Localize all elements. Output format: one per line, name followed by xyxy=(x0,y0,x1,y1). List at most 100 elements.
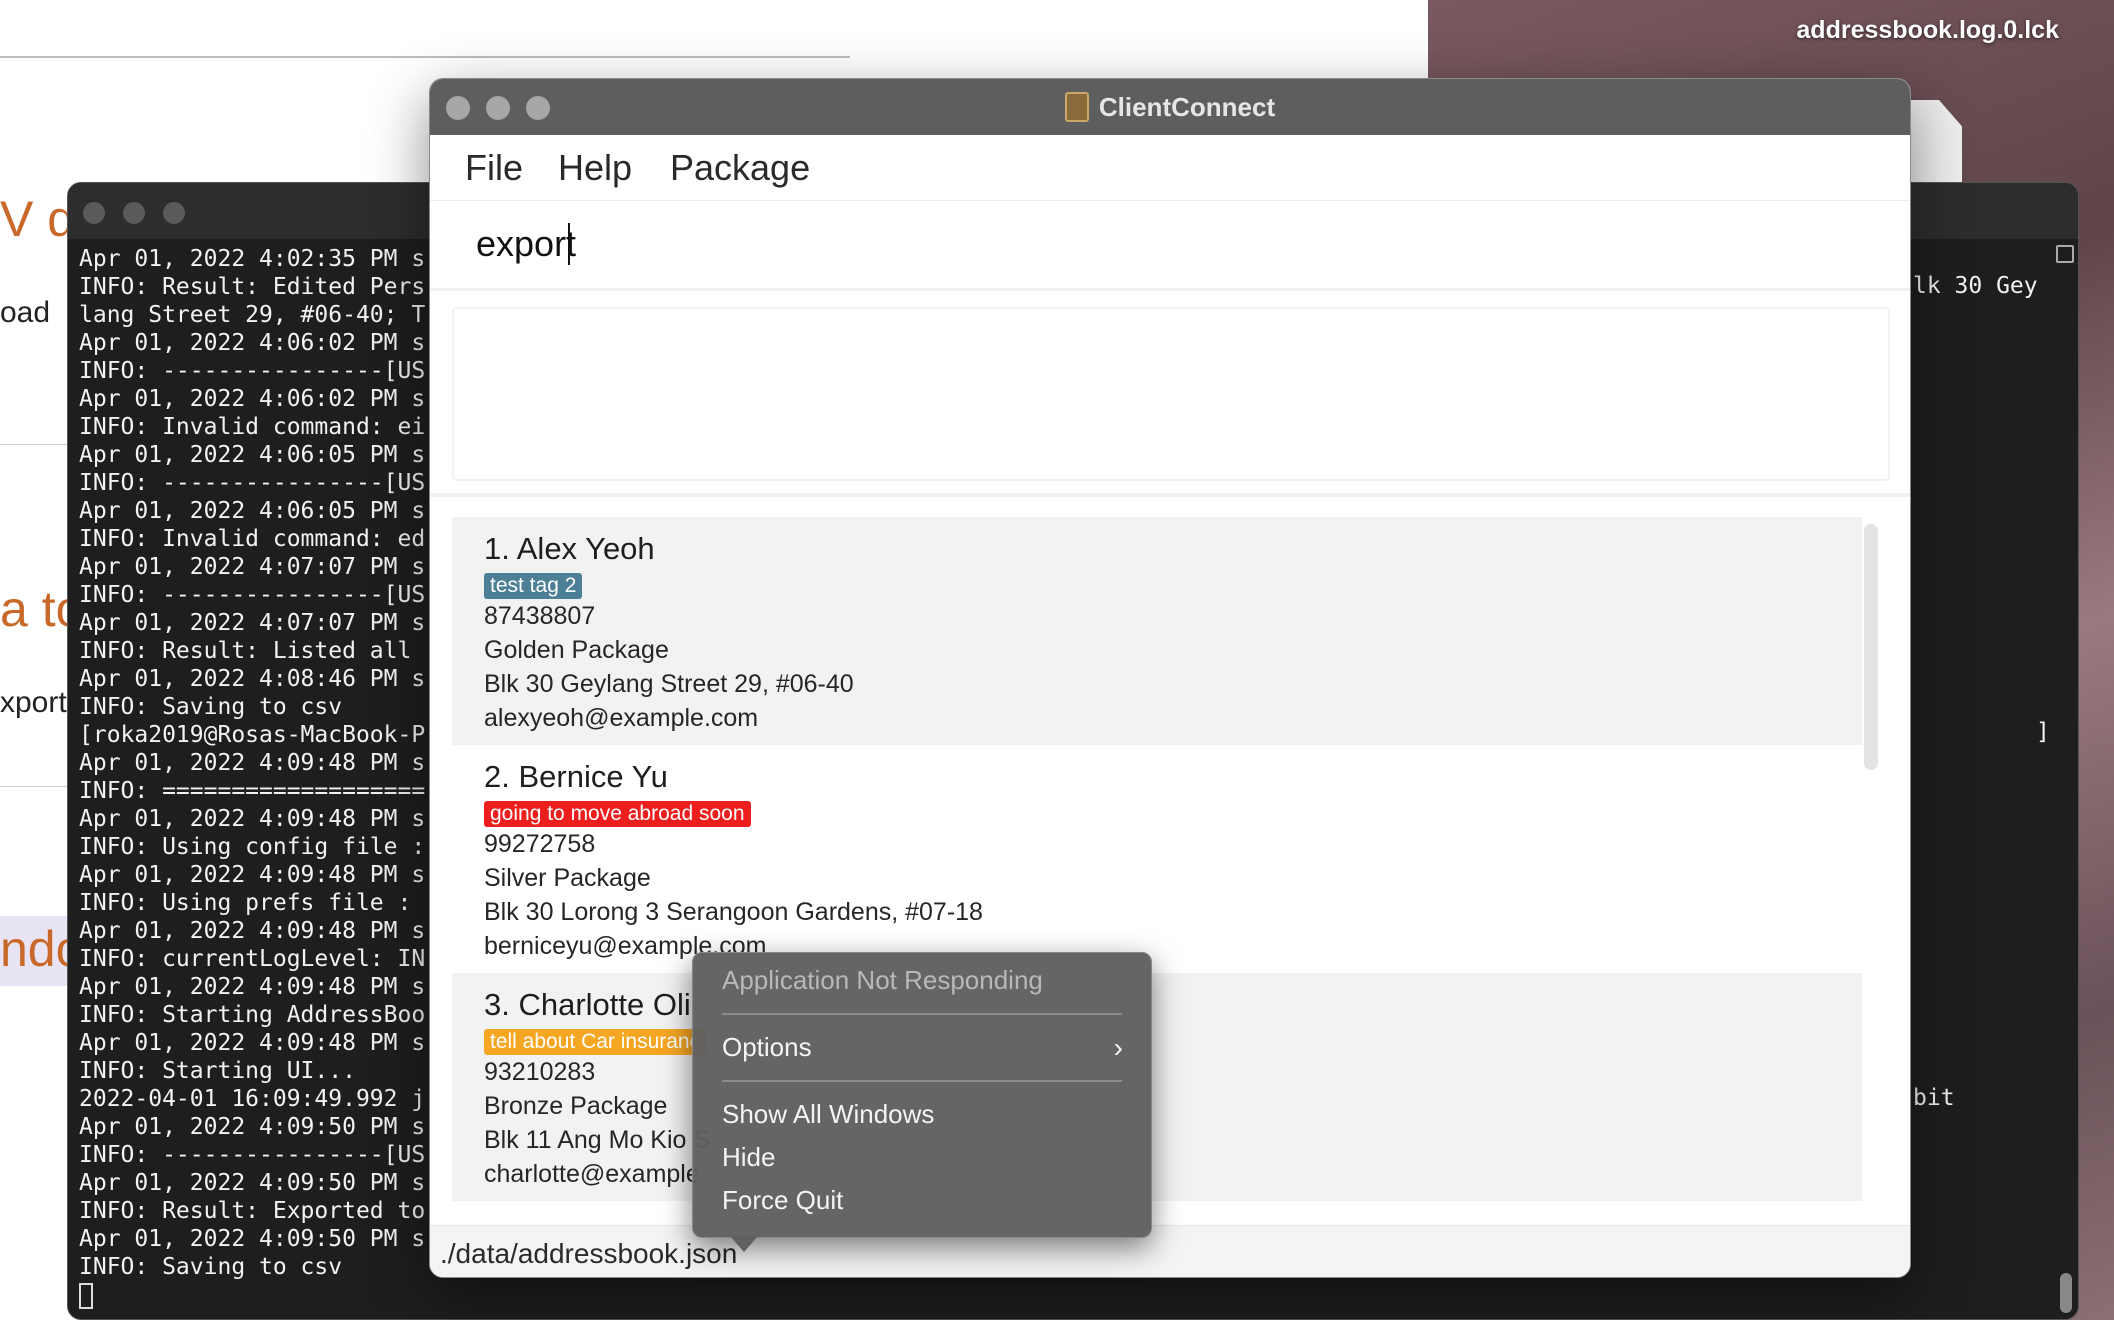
person-tag: going to move abroad soon xyxy=(484,801,751,827)
desktop-file-label[interactable]: addressbook.log.0.lck xyxy=(1796,16,2059,45)
terminal-line: lang Street 29, #06-40; T xyxy=(79,302,426,328)
terminal-line: Apr 01, 2022 4:09:48 PM s xyxy=(79,918,426,944)
list-scrollbar[interactable] xyxy=(1864,524,1878,770)
terminal-text-fragment: bit xyxy=(1913,1085,1955,1111)
terminal-scrollbar[interactable] xyxy=(2060,1273,2072,1313)
menu-help[interactable]: Help xyxy=(558,147,632,189)
document-divider xyxy=(0,56,850,58)
person-address: Blk 11 Ang Mo Kio S xyxy=(484,1126,711,1154)
menu-package[interactable]: Package xyxy=(670,147,810,189)
dock-context-menu: Application Not Responding Options › Sho… xyxy=(692,952,1152,1238)
person-phone: 99272758 xyxy=(484,830,596,858)
terminal-line: [roka2019@Rosas-MacBook-Pr xyxy=(79,722,440,748)
terminal-line: Apr 01, 2022 4:09:48 PM s xyxy=(79,806,426,832)
terminal-output: Apr 01, 2022 4:02:35 PM s INFO: Result: E… xyxy=(79,245,439,1309)
person-card[interactable]: 3. Charlotte Oli tell about Car insuranc… xyxy=(452,973,1862,1201)
person-name: 1. Alex Yeoh xyxy=(484,531,655,566)
minimize-button[interactable] xyxy=(123,202,145,224)
terminal-line: Apr 01, 2022 4:09:50 PM s xyxy=(79,1170,426,1196)
menu-item-force-quit[interactable]: Force Quit xyxy=(693,1179,1151,1222)
terminal-line: INFO: Saving to csv xyxy=(79,694,343,720)
terminal-line: Apr 01, 2022 4:07:07 PM s xyxy=(79,554,426,580)
command-box xyxy=(430,201,1910,291)
text-caret xyxy=(568,223,570,265)
terminal-line: Apr 01, 2022 4:09:50 PM s xyxy=(79,1114,426,1140)
terminal-line: Apr 01, 2022 4:06:05 PM s xyxy=(79,442,426,468)
zoom-button[interactable] xyxy=(163,202,185,224)
terminal-line: 2022-04-01 16:09:49.992 j xyxy=(79,1086,426,1112)
terminal-line: INFO: Using prefs file : xyxy=(79,890,412,916)
terminal-line: INFO: Invalid command: ed xyxy=(79,526,426,552)
menu-pointer xyxy=(730,1236,758,1252)
clientconnect-window[interactable]: ClientConnect File Help Package 1. Alex … xyxy=(429,78,1911,1278)
save-location: ./data/addressbook.json xyxy=(440,1238,738,1269)
terminal-line: Apr 01, 2022 4:08:46 PM s xyxy=(79,666,426,692)
terminal-line: INFO: =================== xyxy=(79,778,426,804)
terminal-line: Apr 01, 2022 4:06:05 PM s xyxy=(79,498,426,524)
terminal-line: INFO: Invalid command: ei xyxy=(79,414,426,440)
close-button[interactable] xyxy=(83,202,105,224)
menu-item-label: Options xyxy=(722,1032,812,1062)
menu-item-not-responding: Application Not Responding xyxy=(722,965,1043,995)
window-title: ClientConnect xyxy=(1098,91,1276,122)
document-text-fragment: xport xyxy=(0,686,67,719)
person-email: alexyeoh@example.com xyxy=(484,704,759,732)
terminal-line: Apr 01, 2022 4:09:48 PM s xyxy=(79,1030,426,1056)
menu-item-show-all-windows[interactable]: Show All Windows xyxy=(693,1093,1151,1136)
terminal-line: Apr 01, 2022 4:09:48 PM s xyxy=(79,862,426,888)
terminal-line: INFO: Result: Exported to xyxy=(79,1198,426,1224)
document-heading-fragment: V d xyxy=(0,191,76,247)
person-phone: 87438807 xyxy=(484,602,596,630)
terminal-line: Apr 01, 2022 4:09:48 PM s xyxy=(79,750,426,776)
menu-separator xyxy=(722,1013,1122,1015)
command-input[interactable] xyxy=(476,223,1376,265)
terminal-line: INFO: Starting UI... xyxy=(79,1058,356,1084)
document-text-fragment: oad xyxy=(0,296,51,329)
person-tag: tell about Car insuranc xyxy=(484,1029,707,1055)
person-email: berniceyu@example.com xyxy=(484,932,767,960)
person-email: charlotte@example xyxy=(484,1160,700,1188)
panel-divider xyxy=(430,493,1910,497)
menu-item-hide[interactable]: Hide xyxy=(693,1136,1151,1179)
person-card[interactable]: 2. Bernice Yu going to move abroad soon … xyxy=(452,745,1862,973)
person-card[interactable]: 1. Alex Yeoh test tag 2 87438807 Golden … xyxy=(452,517,1862,745)
terminal-line: INFO: ----------------[US xyxy=(79,470,426,496)
person-package: Golden Package xyxy=(484,636,669,664)
terminal-line: Apr 01, 2022 4:09:50 PM s xyxy=(79,1226,426,1252)
person-name: 2. Bernice Yu xyxy=(484,759,668,794)
person-address: Blk 30 Geylang Street 29, #06-40 xyxy=(484,670,854,698)
app-icon xyxy=(1064,92,1089,122)
terminal-text-fragment: ] xyxy=(2036,719,2050,745)
result-display[interactable] xyxy=(452,307,1890,481)
person-address: Blk 30 Lorong 3 Serangoon Gardens, #07-1… xyxy=(484,898,983,926)
terminal-line: INFO: Saving to csv xyxy=(79,1254,343,1280)
terminal-line: INFO: Using config file : xyxy=(79,834,426,860)
chevron-right-icon: › xyxy=(1113,1032,1123,1063)
person-name: 3. Charlotte Oli xyxy=(484,987,691,1022)
menu-file[interactable]: File xyxy=(465,147,523,189)
terminal-line: INFO: Result: Listed all xyxy=(79,638,412,664)
terminal-line: INFO: currentLogLevel: IN xyxy=(79,946,426,972)
terminal-line: INFO: ----------------[US xyxy=(79,1142,426,1168)
person-package: Bronze Package xyxy=(484,1092,668,1120)
terminal-text-fragment: lk 30 Gey xyxy=(1913,273,2038,299)
terminal-cursor xyxy=(79,1282,93,1309)
terminal-line: INFO: ----------------[US xyxy=(79,582,426,608)
terminal-line: INFO: ----------------[US xyxy=(79,358,426,384)
person-list[interactable]: 1. Alex Yeoh test tag 2 87438807 Golden … xyxy=(452,517,1862,1233)
terminal-line: Apr 01, 2022 4:07:07 PM s xyxy=(79,610,426,636)
terminal-line: Apr 01, 2022 4:06:02 PM s xyxy=(79,386,426,412)
status-bar: ./data/addressbook.json xyxy=(430,1225,1910,1277)
menu-bar: File Help Package xyxy=(430,135,1910,201)
terminal-line: INFO: Starting AddressBoo xyxy=(79,1002,426,1028)
split-pane-icon[interactable] xyxy=(2056,245,2074,263)
window-titlebar[interactable]: ClientConnect xyxy=(430,79,1910,135)
terminal-line: Apr 01, 2022 4:02:35 PM s xyxy=(79,246,426,272)
person-phone: 93210283 xyxy=(484,1058,596,1086)
person-package: Silver Package xyxy=(484,864,651,892)
menu-item-options[interactable]: Options › xyxy=(693,1026,1151,1069)
person-tag: test tag 2 xyxy=(484,573,583,599)
terminal-line: Apr 01, 2022 4:06:02 PM s xyxy=(79,330,426,356)
terminal-line: INFO: Result: Edited Pers xyxy=(79,274,426,300)
terminal-line: Apr 01, 2022 4:09:48 PM s xyxy=(79,974,426,1000)
